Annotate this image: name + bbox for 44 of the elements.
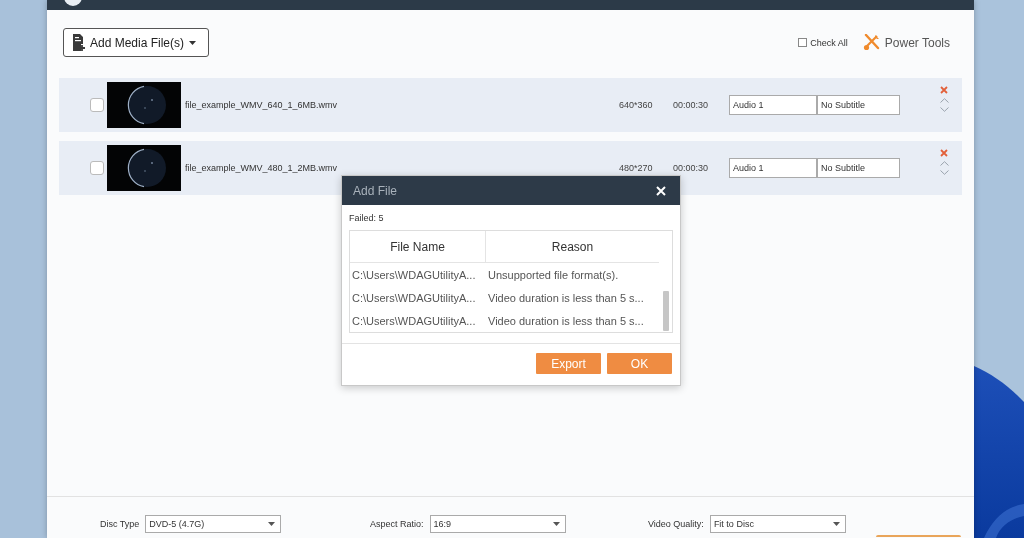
checkbox[interactable] [90, 161, 104, 175]
column-header: Reason [486, 231, 659, 263]
subtitle-field[interactable]: No Subtitle [817, 158, 900, 178]
resolution-text: 480*270 [619, 163, 654, 173]
tools-icon [862, 34, 880, 51]
chevron-up-icon[interactable] [939, 161, 949, 166]
chevron-down-icon[interactable] [939, 107, 949, 112]
file-name: file_example_WMV_640_1_6MB.wmv [185, 100, 339, 110]
dropdown[interactable]: DVD-5 (4.7G) [145, 515, 282, 533]
table-cell-text: Unsupported file format(s). [487, 267, 620, 283]
dropdown[interactable]: 16:9 [429, 515, 566, 533]
table-cell-text: Video duration is less than 5 s... [487, 290, 645, 306]
table-cell-text: C:\Users\WDAGUtilityA... [351, 313, 477, 329]
resolution-text: 640*360 [619, 100, 654, 110]
dropdown[interactable]: Fit to Disc [709, 515, 846, 533]
caret-icon [268, 522, 276, 526]
table-cell-text: C:\Users\WDAGUtilityA... [351, 267, 477, 283]
dialog-title: Add File [353, 183, 398, 198]
subtitle-field[interactable]: No Subtitle [817, 95, 900, 115]
audio-track-field[interactable]: Audio 1 [729, 158, 817, 178]
table-cell-text: C:\Users\WDAGUtilityA... [351, 290, 477, 306]
caret-icon [552, 522, 560, 526]
caret-icon [189, 40, 197, 45]
checkbox[interactable] [798, 38, 808, 47]
setting-label: Disc Type [100, 519, 140, 529]
add-media-button[interactable]: Add Media File(s) [63, 28, 209, 57]
chevron-up-icon[interactable] [939, 98, 949, 103]
setting-label: Video Quality: [648, 519, 704, 529]
column-header: File Name [350, 231, 486, 263]
setting-label: Aspect Ratio: [370, 519, 424, 529]
duration-text: 00:00:30 [673, 163, 710, 173]
audio-track-field[interactable]: Audio 1 [729, 95, 817, 115]
caret-icon [832, 522, 840, 526]
table-cell-text: Video duration is less than 5 s... [487, 313, 645, 329]
chevron-down-icon[interactable] [939, 170, 949, 175]
scrollbar-thumb[interactable] [662, 291, 669, 331]
failed-count: Failed: 5 [349, 214, 385, 223]
file-row[interactable]: file_example_WMV_640_1_6MB.wmv 640*360 00:00:30 Audio 1 No Subtitle [59, 78, 962, 132]
file-plus-icon [73, 34, 85, 51]
check-all-label[interactable]: Check All [810, 37, 848, 48]
duration-text: 00:00:30 [673, 100, 710, 110]
checkbox[interactable] [90, 98, 104, 112]
power-tools-button[interactable]: Power Tools [862, 34, 950, 51]
file-name: file_example_WMV_480_1_2MB.wmv [185, 163, 339, 173]
